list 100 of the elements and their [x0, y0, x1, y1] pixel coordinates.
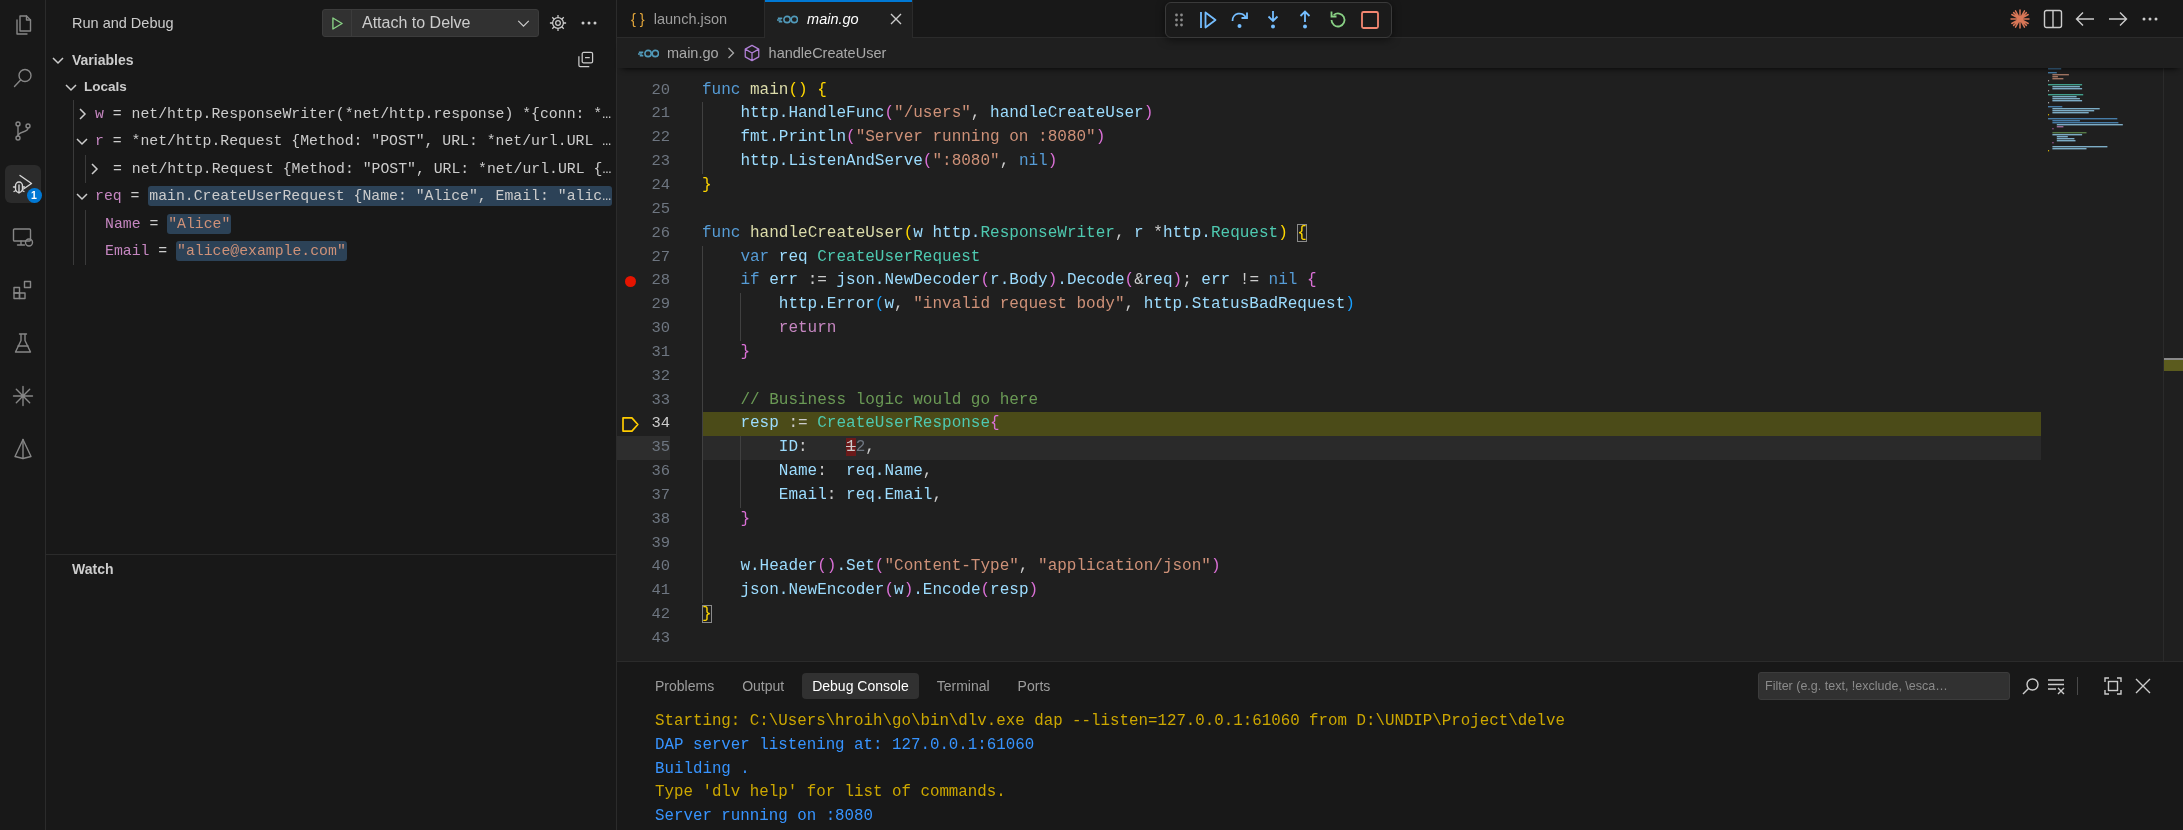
chevron-right-icon [726, 47, 735, 59]
line-number[interactable]: 29 [617, 293, 670, 318]
variable-label[interactable]: req = [95, 188, 149, 205]
code-line: func handleCreateUser(w http.ResponseWriter, r *http.Request) { [702, 222, 1307, 244]
console-line: Starting: C:\Users\hroih\go\bin\dlv.exe dap --listen=127.0.0.1:61060 from D:\UNDIP\Project\delve [655, 711, 1567, 732]
stop-icon[interactable] [1360, 10, 1380, 30]
split-editor-icon[interactable] [2042, 8, 2063, 29]
code-line: } [739, 508, 750, 530]
filter-field[interactable]: Filter (e.g. text, !exclude, \esca… [1758, 672, 2010, 700]
panel-tab[interactable]: Problems [645, 673, 725, 699]
scope-label[interactable]: Locals [84, 79, 127, 95]
code-line: // Business logic would go here [739, 389, 1039, 411]
code-line: http.Error(w, "invalid request body", http.StatusBadRequest) [777, 294, 1355, 316]
section-title[interactable]: Variables [72, 51, 134, 68]
line-number[interactable]: 31 [617, 340, 670, 365]
variable-value: net/http.Request {Method: "POST", URL: *net/url.URL {… [130, 159, 613, 179]
code-line: } [739, 341, 750, 363]
console-line: Server running on :8080 [655, 806, 875, 828]
code-line: json.NewEncoder(w).Encode(resp) [739, 580, 1039, 602]
position-marker [2164, 358, 2183, 371]
console-line: Type 'dlv help' for list of commands. [655, 782, 1007, 804]
variable-value: *net/http.Request {Method: "POST", URL: *net/url.URL … [130, 132, 613, 152]
code-line: http.ListenAndServe(":8080", nil) [739, 151, 1058, 173]
variable-label[interactable]: w = [95, 106, 131, 123]
clear-list-icon[interactable] [2047, 677, 2065, 695]
search-icon[interactable] [2022, 677, 2040, 695]
asterisk-icon[interactable] [2010, 8, 2030, 29]
drag-handle-icon[interactable] [1175, 13, 1183, 27]
code-line: Name: req.Name, [777, 461, 933, 483]
variable-value: "alice@example.com" [176, 241, 347, 262]
maximize-icon[interactable] [2104, 677, 2122, 695]
line-number[interactable]: 23 [617, 150, 670, 174]
file-type-icon [777, 13, 799, 25]
line-number[interactable]: 42 [617, 603, 670, 627]
panel-tab[interactable]: Debug Console [802, 673, 919, 699]
console-line: Building . [655, 758, 751, 780]
close-icon[interactable] [2134, 677, 2152, 695]
line-number[interactable]: 28 [617, 269, 670, 294]
variable-label[interactable]: = [113, 160, 131, 177]
view-title: Run and Debug [72, 15, 174, 31]
line-number[interactable]: 26 [617, 221, 670, 246]
console-line: DAP server listening at: 127.0.0.1:61060 [655, 734, 1036, 756]
line-number[interactable]: 33 [617, 388, 670, 413]
activity-bar-item[interactable]: 1 [4, 165, 41, 203]
monitor-icon [10, 225, 35, 249]
code-line: return [777, 318, 837, 340]
code-line: if err := json.NewDecoder(r.Body).Decode(&req); err != nil { [739, 270, 1317, 292]
code-line: Email: req.Email, [777, 484, 943, 506]
line-number[interactable]: 35 [617, 436, 670, 461]
code-line: var req CreateUserRequest [739, 246, 981, 268]
file-type-icon [638, 47, 659, 59]
variable-label[interactable]: Name = [105, 215, 168, 232]
section-title[interactable]: Watch [72, 560, 114, 577]
code-line: w.Header().Set("Content-Type", "application/json") [739, 556, 1221, 578]
line-number[interactable]: 27 [617, 245, 670, 270]
launch-config-picker[interactable]: Attach to Delve [322, 9, 539, 37]
code-line: } [702, 174, 712, 196]
more-icon[interactable] [2140, 16, 2160, 21]
variable-label[interactable]: Email = [105, 243, 177, 260]
line-number[interactable]: 41 [617, 579, 670, 604]
line-number[interactable]: 37 [617, 483, 670, 508]
code-line: } [702, 604, 712, 626]
panel-tab[interactable]: Terminal [926, 673, 1000, 699]
code-line: ID: 12, [777, 437, 875, 459]
line-number[interactable]: 32 [617, 364, 670, 389]
code-line: func main() { [702, 79, 827, 101]
more-icon[interactable] [581, 21, 597, 25]
line-number[interactable]: 39 [617, 531, 670, 556]
line-number[interactable]: 34 [617, 412, 670, 437]
line-number[interactable]: 40 [617, 555, 670, 580]
line-number[interactable]: 22 [617, 126, 670, 151]
line-number[interactable]: 38 [617, 507, 670, 532]
breakpoint-icon[interactable] [624, 275, 636, 287]
asterisk-icon [10, 384, 35, 408]
line-number[interactable]: 30 [617, 317, 670, 341]
close-icon[interactable] [889, 13, 902, 25]
breadcrumb-item[interactable]: handleCreateUser [768, 45, 887, 61]
play-icon[interactable] [331, 16, 343, 30]
settings-icon[interactable] [549, 14, 567, 32]
step-over-icon[interactable] [1230, 10, 1250, 30]
variable-value: main.CreateUserRequest {Name: "Alice", Email: "alic… [148, 186, 613, 207]
line-number[interactable]: 43 [617, 627, 670, 651]
line-number[interactable]: 36 [617, 460, 670, 484]
code-line: http.HandleFunc("/users", handleCreateUser) [739, 103, 1154, 125]
code-line: fmt.Println("Server running on :8080") [739, 127, 1106, 149]
editor-tab[interactable]: main.go [765, 0, 913, 38]
panel-tab[interactable]: Output [732, 673, 795, 699]
variable-value: "Alice" [167, 213, 232, 234]
panel-tab[interactable]: Ports [1007, 673, 1061, 699]
breadcrumb-item[interactable]: main.go [667, 45, 719, 61]
variable-label[interactable]: r = [95, 133, 131, 150]
line-number[interactable]: 20 [617, 78, 670, 103]
count-badge: 1 [26, 188, 42, 203]
cube-icon [742, 44, 761, 62]
line-number[interactable]: 21 [617, 102, 670, 127]
continue-icon[interactable] [1197, 10, 1218, 30]
line-number[interactable]: 25 [617, 197, 670, 222]
line-number[interactable]: 24 [617, 173, 670, 198]
collapse-all-icon[interactable] [577, 51, 594, 68]
braces-icon: { } [631, 11, 645, 27]
